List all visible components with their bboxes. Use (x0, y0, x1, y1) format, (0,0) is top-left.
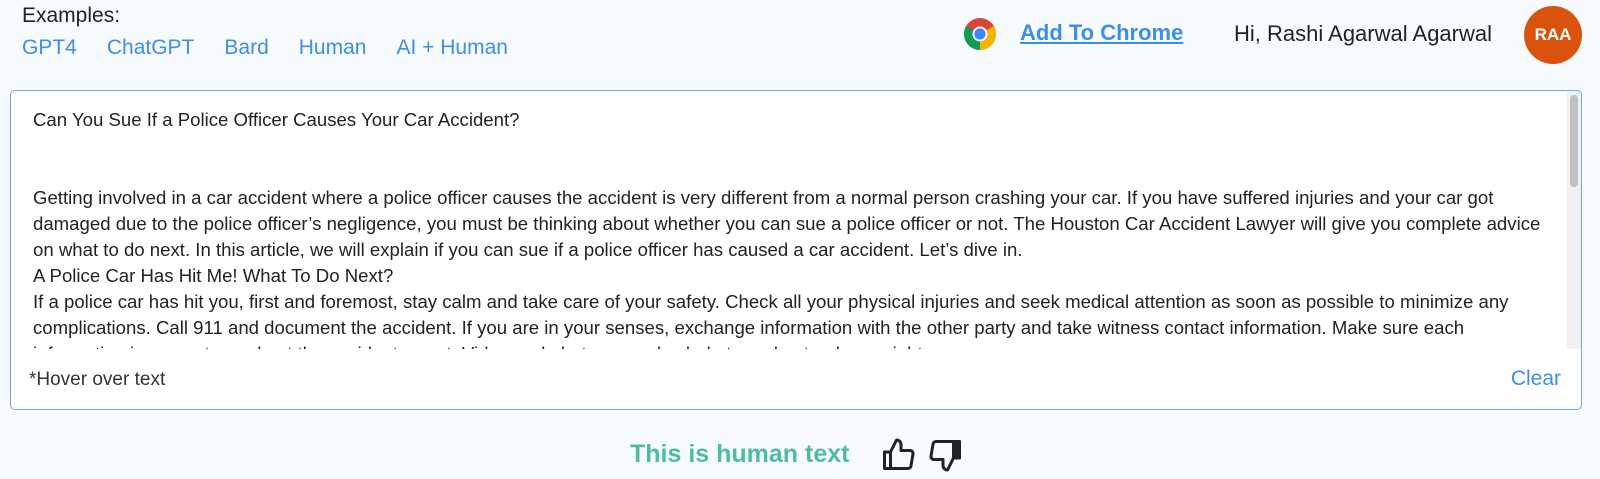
example-ai-human[interactable]: AI + Human (396, 36, 507, 60)
example-gpt4[interactable]: GPT4 (22, 36, 77, 60)
scrollbar-thumb[interactable] (1570, 95, 1578, 187)
editor-content[interactable]: Can You Sue If a Police Officer Causes Y… (33, 107, 1553, 369)
examples-label: Examples: (22, 4, 121, 27)
thumbs-down-icon[interactable] (928, 437, 964, 473)
example-human[interactable]: Human (299, 36, 367, 60)
clear-button[interactable]: Clear (1511, 367, 1561, 391)
user-greeting: Hi, Rashi Agarwal Agarwal (1234, 21, 1493, 46)
editor-scrollbar[interactable] (1567, 91, 1581, 349)
hover-hint: *Hover over text (29, 369, 166, 390)
example-bard[interactable]: Bard (224, 36, 268, 60)
thumbs-up-icon[interactable] (880, 437, 916, 473)
examples-list: GPT4 ChatGPT Bard Human AI + Human (22, 36, 508, 60)
example-chatgpt[interactable]: ChatGPT (107, 36, 195, 60)
article-heading: A Police Car Has Hit Me! What To Do Next… (33, 265, 394, 286)
chrome-icon (963, 18, 997, 51)
add-to-chrome-link[interactable]: Add To Chrome (1020, 20, 1183, 46)
avatar[interactable]: RAA (1524, 6, 1582, 64)
article-paragraph: Getting involved in a car accident where… (33, 187, 1541, 260)
editor-footer: *Hover over text Clear (11, 349, 1581, 409)
text-editor[interactable]: Can You Sue If a Police Officer Causes Y… (10, 90, 1582, 410)
article-title: Can You Sue If a Police Officer Causes Y… (33, 109, 520, 130)
result-label: This is human text (630, 440, 850, 468)
